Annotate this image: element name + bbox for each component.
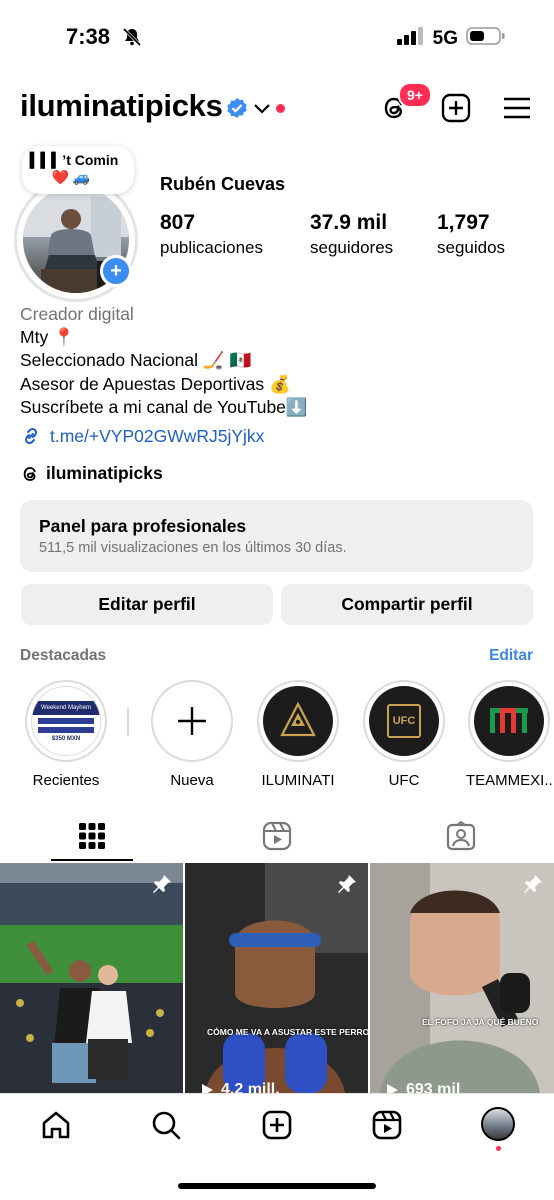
highlight-label: TEAMMEXI...	[466, 772, 552, 789]
note-emojis: ❤️ 🚙	[51, 169, 91, 185]
profile-username[interactable]: iluminatipicks	[20, 88, 223, 124]
note-text: ▍▍▍’t Comin	[30, 152, 119, 168]
home-icon	[42, 1111, 70, 1139]
stat-posts-value: 807	[160, 211, 196, 234]
post-views: 693 mil	[406, 1081, 461, 1093]
nav-search[interactable]	[149, 1108, 183, 1142]
battery-icon	[466, 26, 506, 51]
highlight-label: ILUMINATI	[261, 772, 335, 789]
threads-badge: 9+	[398, 82, 432, 108]
threads-icon	[23, 466, 36, 481]
bio-line: Mty 📍	[20, 327, 75, 348]
status-time: 7:38	[66, 24, 111, 49]
stat-posts[interactable]: 807 publicaciones	[160, 211, 263, 258]
ufc-logo-icon: UFC	[387, 704, 421, 738]
nav-reels[interactable]	[370, 1108, 404, 1142]
bio-category: Creador digital	[20, 304, 134, 324]
pinned-icon	[151, 873, 173, 900]
tab-tagged[interactable]	[443, 818, 479, 854]
search-icon	[152, 1111, 181, 1140]
bio-line: Asesor de Apuestas Deportivas 💰	[20, 373, 291, 394]
nav-profile-avatar[interactable]	[481, 1107, 515, 1141]
profile-note-bubble[interactable]: ▍▍▍’t Comin ❤️ 🚙	[22, 146, 134, 194]
highlight-ufc[interactable]: UFC UFC	[362, 680, 446, 789]
pinned-icon	[522, 873, 544, 900]
thumb-title: Weekend Mayhem	[32, 700, 100, 715]
verified-badge-icon	[226, 97, 248, 124]
plus-icon	[178, 707, 206, 735]
create-button[interactable]	[438, 90, 474, 126]
highlight-iluminati[interactable]: ILUMINATI	[256, 680, 340, 789]
post-caption: EL FOFO JA JA QUÉ BUENO	[422, 1017, 539, 1027]
highlight-new[interactable]: Nueva	[150, 680, 234, 789]
reels-icon	[372, 1110, 402, 1140]
plus-square-icon	[262, 1110, 292, 1140]
panel-subtitle: 511,5 mil visualizaciones en los últimos…	[39, 540, 347, 556]
profile-bio: Creador digital Mty 📍 Seleccionado Nacio…	[20, 303, 308, 419]
link-icon	[24, 427, 38, 445]
stat-following-label: seguidos	[437, 238, 506, 257]
highlight-label: Nueva	[170, 772, 214, 789]
edit-profile-button[interactable]: Editar perfil	[21, 584, 273, 625]
grid-icon	[79, 823, 105, 849]
tab-reels[interactable]	[259, 818, 295, 854]
home-indicator	[178, 1183, 376, 1189]
threads-profile-link[interactable]: iluminatipicks	[20, 463, 163, 484]
highlights-edit-link[interactable]: Editar	[489, 647, 533, 665]
account-switch-chevron-icon[interactable]	[253, 101, 271, 120]
pinned-icon	[336, 873, 358, 900]
network-type: 5G	[432, 27, 458, 49]
panel-title: Panel para profesionales	[39, 516, 247, 536]
stat-posts-label: publicaciones	[160, 238, 264, 257]
nav-home[interactable]	[39, 1108, 73, 1142]
add-story-button[interactable]: +	[100, 255, 132, 287]
play-views-icon	[202, 1084, 213, 1093]
post-caption: CÓMO ME VA A ASUSTAR ESTE PERRO DIJE YO	[207, 1027, 368, 1037]
highlights-title: Destacadas	[20, 647, 107, 664]
stat-following-value: 1,797	[437, 211, 490, 234]
bio-line: Suscríbete a mi canal de YouTube⬇️	[20, 396, 308, 417]
highlight-label: UFC	[388, 772, 420, 789]
highlight-recientes[interactable]: Weekend Mayhem $350 MXN Recientes	[24, 680, 108, 789]
stat-followers-value: 37.9 mil	[310, 211, 388, 234]
profile-notification-dot	[496, 1146, 501, 1151]
highlight-thumb: Weekend Mayhem $350 MXN	[31, 686, 101, 756]
highlight-teammexico[interactable]: TEAMMEXI...	[466, 680, 552, 789]
bio-link[interactable]: t.me/+VYP02GWwRJ5jYjkx	[20, 425, 264, 447]
stat-following[interactable]: 1,797 seguidos	[437, 211, 505, 258]
tab-grid[interactable]	[74, 818, 110, 854]
pyramid-logo-icon	[280, 701, 316, 737]
profile-full-name: Rubén Cuevas	[160, 174, 286, 194]
notification-dot	[276, 104, 285, 113]
active-tab-indicator	[51, 859, 133, 861]
hamburger-menu-icon	[504, 97, 530, 119]
thumb-value: $350 MXN	[51, 735, 81, 742]
signal-icon	[396, 27, 425, 50]
share-profile-button[interactable]: Compartir perfil	[281, 584, 533, 625]
play-views-icon	[387, 1084, 398, 1093]
tagged-person-icon	[446, 821, 476, 851]
post-views: 4.2 mill.	[221, 1081, 280, 1093]
menu-button[interactable]	[499, 90, 535, 126]
bio-link-text: t.me/+VYP02GWwRJ5jYjkx	[50, 425, 265, 446]
stat-followers-label: seguidores	[310, 238, 394, 257]
mute-icon	[122, 27, 142, 52]
team-mexico-logo-icon	[490, 708, 528, 733]
post-thumbnail[interactable]	[0, 863, 183, 1093]
threads-handle: iluminatipicks	[46, 463, 163, 483]
post-thumbnail[interactable]: EL FOFO JA JA QUÉ BUENO 693 mil	[370, 863, 554, 1093]
professional-dashboard[interactable]: Panel para profesionales 511,5 mil visua…	[20, 500, 533, 572]
stat-followers[interactable]: 37.9 mil seguidores	[310, 211, 393, 258]
bio-line: Seleccionado Nacional 🏒 🇲🇽	[20, 350, 252, 371]
highlight-divider	[127, 708, 129, 736]
highlight-label: Recientes	[32, 772, 100, 789]
plus-square-icon	[441, 93, 471, 123]
reels-icon	[262, 821, 292, 851]
nav-create[interactable]	[260, 1108, 294, 1142]
post-thumbnail[interactable]: CÓMO ME VA A ASUSTAR ESTE PERRO DIJE YO …	[185, 863, 368, 1093]
